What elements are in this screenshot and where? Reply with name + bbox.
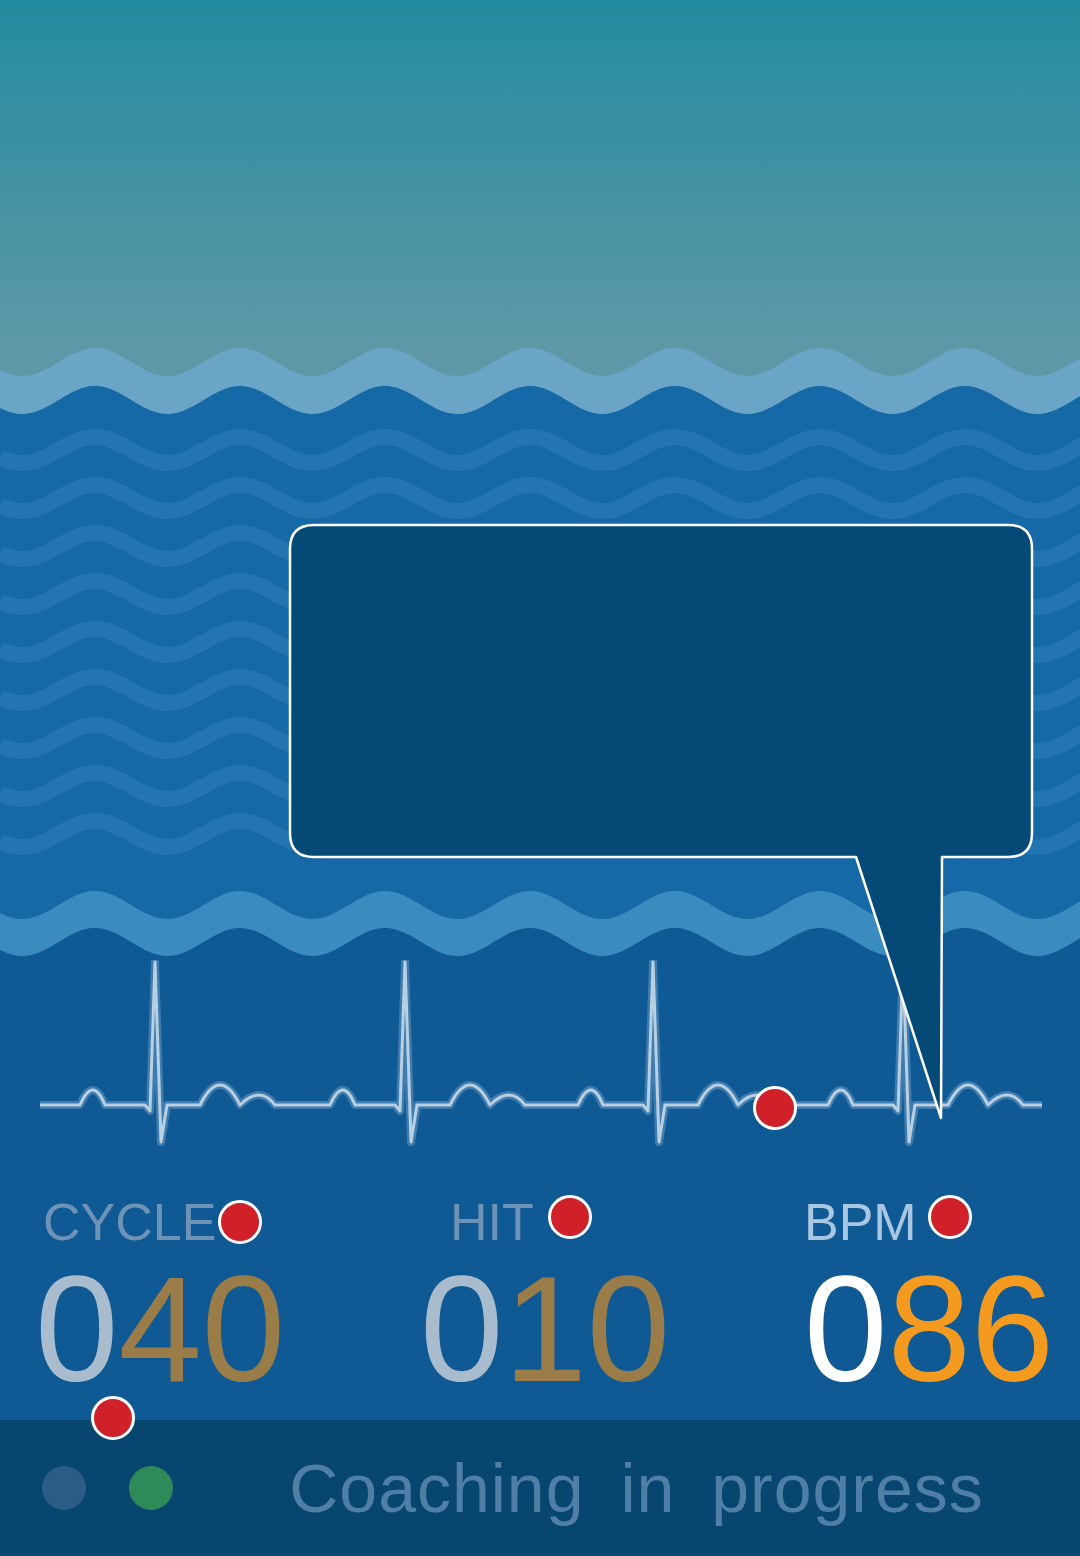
stat-digits: 10 [503,1245,670,1413]
speech-bubble [0,0,1080,1556]
marker-dot [218,1200,262,1244]
stat-digits: 40 [118,1245,285,1413]
waves-icon [0,0,1080,960]
stat-digits: 86 [887,1245,1054,1413]
stat-value: 040 [35,1254,285,1404]
heartbeat-icon [0,960,1080,1180]
status-bar: Coaching in progress [0,1420,1080,1556]
ecg-line [0,960,1080,1180]
status-dot [42,1466,86,1510]
stat-column: CYCLE040 [0,1192,372,1420]
marker-dot [753,1086,797,1130]
marker-dot [928,1195,972,1239]
marker-dot [91,1396,135,1440]
status-indicators [42,1466,173,1510]
status-dot [129,1466,173,1510]
stat-label: HIT [450,1192,534,1252]
stat-column: BPM086 [744,1192,1080,1420]
stat-label: BPM [804,1192,917,1252]
screen: CYCLE040HIT010BPM086 Coaching in progres… [0,0,1080,1556]
stat-lead-digit: 0 [804,1245,887,1413]
stat-label: CYCLE [43,1192,216,1252]
stat-value: 086 [804,1254,1054,1404]
wave-background [0,0,1080,960]
stat-lead-digit: 0 [420,1245,503,1413]
marker-dot [548,1195,592,1239]
stat-lead-digit: 0 [35,1245,118,1413]
stat-value: 010 [420,1254,670,1404]
stats-row: CYCLE040HIT010BPM086 [0,1180,1080,1420]
status-text: Coaching in progress [173,1449,1080,1527]
